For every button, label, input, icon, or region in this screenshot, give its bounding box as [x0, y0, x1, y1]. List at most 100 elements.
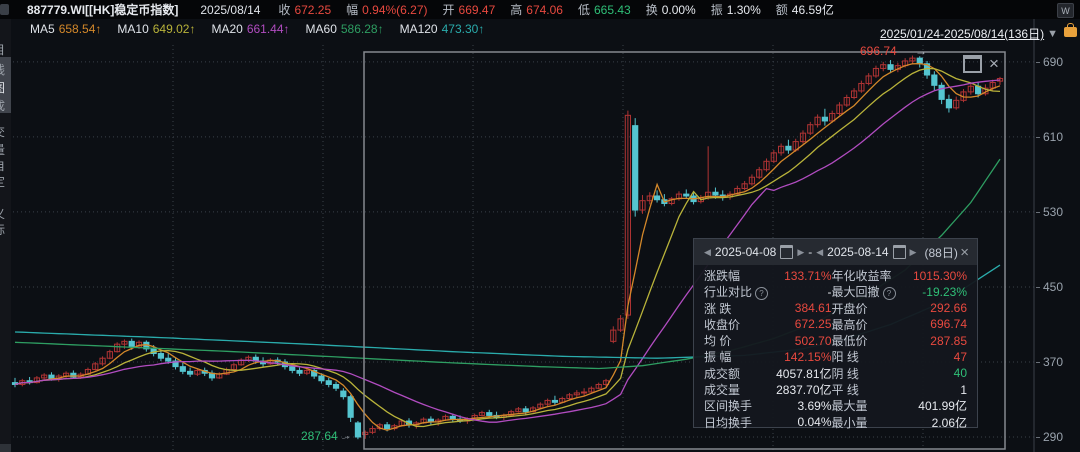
high-price-label: 696.74 — [860, 44, 897, 58]
high-pointer-icon: → — [915, 44, 927, 58]
stat-label: 阴 线 — [832, 365, 906, 382]
stat-label: 最大回撤? — [832, 283, 906, 300]
price-tick: 450 — [1036, 280, 1063, 294]
range-separator: - — [808, 245, 812, 259]
stats-row: 涨 跌384.61开盘价292.66 — [704, 300, 967, 316]
date-range-link[interactable]: 2025/01/24-2025/08/14(136日) — [880, 25, 1044, 42]
stat-value: 292.66 — [906, 301, 968, 315]
stats-row: 行业对比?-最大回撤?-19.23% — [704, 283, 967, 299]
ma-label: MA5 — [30, 22, 55, 36]
candle-body — [684, 194, 689, 196]
stats-panel-header: ◀ 2025-04-08 ▶ - ◀ 2025-08-14 ▶ (88日) × — [694, 239, 977, 265]
stats-row: 均 价502.70最低价287.85 — [704, 332, 967, 348]
stat-value: 4057.81亿 — [770, 365, 832, 382]
price-tick-label: 530 — [1043, 205, 1063, 219]
candle-body — [523, 409, 528, 412]
stat-value: 1 — [906, 383, 968, 397]
tick-mark — [1036, 137, 1040, 138]
range-selector: 2025/01/24-2025/08/14(136日) ▼ — [880, 25, 1058, 42]
help-icon[interactable]: ? — [755, 287, 768, 300]
chevron-down-icon[interactable]: ▼ — [1047, 28, 1058, 40]
candle-body — [487, 413, 492, 416]
stock-chart-window: 887779.WI[[HK]稳定币指数] 2025/08/14 收672.25幅… — [0, 0, 1080, 452]
stat-value: 1015.30% — [906, 269, 968, 283]
ma-legend-item: MA60 586.28↑ — [306, 22, 384, 36]
candle-body — [129, 341, 134, 347]
candle-body — [326, 381, 331, 385]
start-date[interactable]: 2025-04-08 — [715, 245, 776, 259]
ma-legend-item: MA20661.44↑ — [211, 22, 289, 36]
window-restore-icon[interactable] — [963, 55, 982, 73]
ma-value: 586.28↑ — [341, 22, 384, 36]
price-tick-label: 290 — [1043, 430, 1063, 444]
next-start-date-button[interactable]: ▶ — [795, 247, 806, 258]
candle-body — [158, 354, 163, 359]
candle-body — [633, 126, 638, 210]
ma-label: MA60 — [306, 22, 337, 36]
stat-label: 阳 线 — [832, 348, 906, 365]
price-tick-label: 610 — [1043, 130, 1063, 144]
stat-label: 平 线 — [832, 381, 906, 398]
price-tick: 290 — [1036, 430, 1063, 444]
stat-label: 涨 跌 — [704, 300, 770, 317]
help-icon[interactable]: ? — [883, 287, 896, 300]
ma-legend-item: MA10 649.02↑ — [117, 22, 195, 36]
ma-value: 473.30↑ — [442, 22, 485, 36]
stat-value: 401.99亿 — [906, 397, 968, 414]
lock-icon[interactable] — [1064, 27, 1077, 37]
calendar-icon[interactable] — [893, 245, 906, 259]
candle-body — [939, 85, 944, 99]
prev-start-date-button[interactable]: ◀ — [702, 247, 713, 258]
candle-body — [290, 367, 295, 371]
stat-value: - — [770, 285, 832, 299]
stat-label: 年化收益率 — [832, 267, 906, 284]
ma-label: MA20 — [211, 22, 242, 36]
candle-body — [888, 65, 893, 70]
tick-mark — [1036, 212, 1040, 213]
candle-body — [552, 400, 557, 402]
stat-label: 成交额 — [704, 365, 770, 382]
price-tick: 530 — [1036, 205, 1063, 219]
stat-label: 最小量 — [832, 414, 906, 431]
candle-body — [188, 371, 193, 374]
stats-row: 涨跌幅133.71%年化收益率1015.30% — [704, 267, 967, 283]
candle-body — [786, 146, 791, 150]
stats-row: 收盘价672.25最高价696.74 — [704, 316, 967, 332]
ma-legend: MA5658.54↑ MA10 649.02↑ MA20661.44↑ MA60 586.… — [30, 22, 500, 36]
stats-row: 振 幅142.15%阳 线47 — [704, 348, 967, 364]
tick-mark — [1036, 62, 1040, 63]
calendar-icon[interactable] — [780, 245, 793, 259]
close-icon[interactable]: × — [960, 244, 969, 261]
ma-legend-item: MA5658.54↑ — [30, 22, 101, 36]
close-icon[interactable]: × — [989, 57, 999, 71]
price-tick-label: 690 — [1043, 55, 1063, 69]
stat-label: 成交量 — [704, 381, 770, 398]
stat-value: 142.15% — [770, 350, 832, 364]
stat-label: 行业对比? — [704, 283, 770, 300]
stat-value: 133.71% — [770, 269, 832, 283]
stat-value: 696.74 — [906, 317, 968, 331]
candle-body — [297, 370, 302, 373]
candle-body — [713, 192, 718, 195]
candle-body — [582, 392, 587, 393]
price-tick: 370 — [1036, 355, 1063, 369]
stat-label: 均 价 — [704, 332, 770, 349]
stats-row: 区间换手3.69%最大量401.99亿 — [704, 397, 967, 413]
end-date[interactable]: 2025-08-14 — [827, 245, 888, 259]
stat-value: 47 — [906, 350, 968, 364]
ma-label: MA10 — [117, 22, 148, 36]
stat-value: 2.06亿 — [906, 414, 968, 431]
stats-row: 日均换手0.04%最小量2.06亿 — [704, 414, 967, 430]
price-tick-label: 370 — [1043, 355, 1063, 369]
tick-mark — [1036, 287, 1040, 288]
stat-value: 40 — [906, 366, 968, 380]
range-stats-panel: ◀ 2025-04-08 ▶ - ◀ 2025-08-14 ▶ (88日) × … — [693, 238, 978, 428]
prev-end-date-button[interactable]: ◀ — [814, 247, 825, 258]
next-end-date-button[interactable]: ▶ — [908, 247, 919, 258]
price-tick: 690 — [1036, 55, 1063, 69]
candle-body — [822, 117, 827, 121]
ma-value: 649.02↑ — [153, 22, 196, 36]
ma-legend-item: MA120473.30↑ — [400, 22, 485, 36]
candle-body — [348, 397, 353, 418]
candle-body — [946, 99, 951, 107]
